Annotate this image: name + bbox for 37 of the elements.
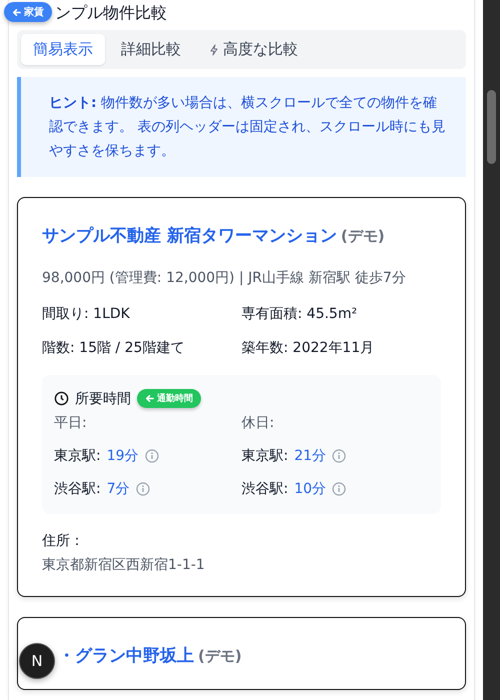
station-label: 東京駅:	[242, 447, 288, 465]
price-summary: 98,000円 (管理費: 12,000円) | JR山手線 新宿駅 徒歩7分	[42, 269, 407, 287]
info-icon[interactable]	[136, 482, 150, 496]
travel-time: 10分	[294, 480, 326, 498]
arrow-left-icon	[12, 8, 21, 16]
address-label: 住所：	[42, 532, 85, 550]
view-tab[interactable]: 簡易表示	[21, 34, 105, 65]
hint-text: ヒント: 物件数が多い場合は、横スクロールで全ての物件を確認できます。 表の列ヘッダーは固定され、スクロール時にも見やすさを保ちます。	[17, 77, 466, 177]
view-tab[interactable]: 高度な比較	[197, 34, 310, 65]
spec-text: 間取り: 1LDK	[42, 305, 131, 323]
station-label: 東京駅:	[54, 447, 101, 465]
demo-tag: (デモ)	[198, 647, 242, 666]
spec-text: 専有面積: 45.5m²	[242, 305, 358, 323]
page-title: ンプル物件比較	[55, 2, 167, 24]
day-heading: 平日:	[54, 414, 88, 432]
back-badge[interactable]: 家賃	[4, 2, 52, 22]
property-name-link[interactable]: ・グラン中野坂上	[58, 644, 194, 667]
demo-tag: (デモ)	[340, 227, 385, 246]
clock-icon	[54, 391, 69, 406]
info-icon[interactable]	[332, 449, 346, 463]
arrow-left-icon	[145, 394, 154, 403]
travel-time: 21分	[294, 447, 326, 465]
spec-text: 階数: 15階 / 25階建て	[42, 339, 186, 357]
spec-text: 築年数: 2022年11月	[242, 339, 376, 357]
travel-time: 7分	[106, 480, 130, 498]
commute-title: 所要時間	[75, 390, 131, 408]
travel-time: 19分	[106, 447, 139, 465]
info-icon[interactable]	[332, 482, 346, 496]
station-label: 渋谷駅:	[242, 480, 288, 498]
info-icon[interactable]	[144, 449, 159, 463]
day-heading: 休日:	[242, 414, 276, 432]
address-text: 東京都新宿区西新宿1-1-1	[42, 556, 206, 574]
property-name-link[interactable]: サンプル不動産 新宿タワーマンション	[42, 224, 337, 247]
view-tab[interactable]: 詳細比較	[109, 34, 193, 65]
floating-button[interactable]: N	[19, 643, 55, 679]
lightning-icon	[209, 44, 219, 56]
station-label: 渋谷駅:	[54, 480, 101, 498]
